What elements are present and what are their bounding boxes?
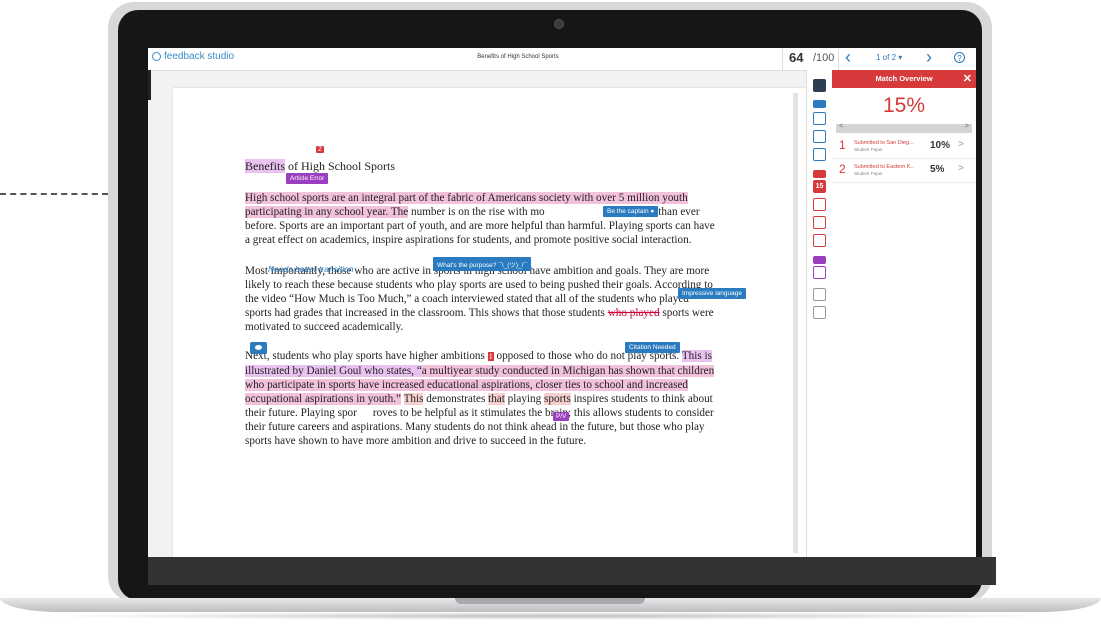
side-toolbar: 15: [806, 70, 834, 557]
paper-page-indicator[interactable]: 1 of 2 ▾: [876, 53, 902, 62]
grade-total: /100: [813, 52, 835, 64]
source-number: 2: [839, 162, 846, 176]
grammar-highlight[interactable]: sports: [544, 393, 571, 405]
match-marker[interactable]: 2: [316, 146, 324, 153]
document-body: High school sports are an integral part …: [245, 191, 715, 448]
document-title: Benefits of High School Sports: [477, 54, 559, 60]
dashed-connector-line: [0, 193, 108, 195]
be-the-captain-comment[interactable]: Be the captain ●: [603, 206, 659, 217]
rubric-icon[interactable]: [813, 148, 826, 161]
feedback-summary-icon[interactable]: [813, 112, 826, 125]
previous-paper-button[interactable]: ‹: [845, 48, 851, 68]
info-icon[interactable]: [813, 306, 826, 319]
next-paper-button[interactable]: ›: [926, 48, 932, 68]
document-heading: Benefits of High School Sports: [245, 159, 395, 174]
source-type: Student Paper: [854, 171, 883, 176]
paragraph-1: High school sports are an integral part …: [245, 191, 715, 247]
paragraph-2: Most importantly, those who are active i…: [245, 264, 715, 334]
match-count-badge[interactable]: 15: [813, 180, 826, 193]
speech-bubble-icon: ●: [650, 208, 655, 215]
impressive-language-comment[interactable]: Impressive language: [678, 288, 746, 299]
overall-similarity: 15%: [882, 94, 926, 117]
edit-icon[interactable]: [813, 130, 826, 143]
heading-highlight[interactable]: Benefits: [245, 159, 285, 173]
strikethrough-edit[interactable]: who played: [608, 307, 660, 319]
etools-tab-icon[interactable]: [813, 256, 826, 264]
grading-tab-icon[interactable]: [813, 100, 826, 108]
source-number: 1: [839, 138, 846, 152]
chevron-right-icon[interactable]: >: [958, 139, 964, 150]
pv-tag[interactable]: P/V: [553, 412, 570, 421]
article-error-tag[interactable]: Article Error: [286, 173, 329, 184]
pager-prev-icon[interactable]: <: [839, 123, 843, 130]
similarity-tab-icon[interactable]: [813, 170, 826, 178]
webcam-icon: [554, 19, 564, 29]
app-logo-text: feedback studio: [164, 51, 235, 62]
close-icon[interactable]: ✕: [963, 70, 972, 88]
flag-icon[interactable]: [813, 198, 826, 211]
source-name: Submitted to San Dieg...: [854, 140, 914, 146]
comment-bubble-icon[interactable]: [250, 342, 267, 354]
source-type: Student Paper: [854, 147, 883, 152]
citation-needed-comment[interactable]: Citation Needed: [625, 342, 680, 353]
heading-text: of High School Sports: [285, 159, 396, 173]
panel-title: Match Overview: [875, 74, 933, 83]
laptop-notch: [455, 598, 645, 604]
text-segment: number is on the rise with mo: [408, 206, 545, 218]
match-overview-panel: Match Overview ✕ 15% < > 1 Submitted to …: [832, 70, 976, 557]
text-segment: Next, students who play sports have high…: [245, 350, 488, 362]
transition-note[interactable]: Needs better transition: [268, 264, 354, 274]
source-name: Submitted to Eastern K...: [854, 164, 914, 170]
paragraph-3: Next, students who play sports have high…: [245, 349, 715, 448]
divider: [838, 48, 839, 70]
laptop-screen: feedback studio Benefits of High School …: [148, 48, 976, 557]
source-row[interactable]: 2 Submitted to Eastern K... Student Pape…: [832, 160, 976, 183]
chevron-right-icon[interactable]: >: [958, 163, 964, 174]
text-segment: playing: [504, 393, 545, 405]
grade-score[interactable]: 64: [789, 50, 803, 65]
exclude-icon[interactable]: [813, 234, 826, 247]
link-icon[interactable]: [813, 266, 826, 279]
feedback-studio-logo-icon: [152, 52, 161, 61]
grammar-highlight[interactable]: This: [403, 393, 424, 405]
help-icon[interactable]: ?: [954, 52, 965, 63]
text-segment: demonstrates: [423, 393, 489, 405]
source-percent: 5%: [930, 164, 945, 175]
layers-icon[interactable]: [813, 79, 826, 92]
document-scrollbar[interactable]: [793, 93, 798, 553]
filter-icon[interactable]: [813, 216, 826, 229]
laptop-shadow: [30, 612, 1070, 620]
panel-header: Match Overview ✕: [832, 70, 976, 88]
source-pager[interactable]: < >: [836, 123, 972, 133]
purpose-comment[interactable]: What's the purpose? ¯\_(ツ)_/¯: [433, 257, 532, 271]
grammar-highlight[interactable]: that: [488, 393, 505, 405]
divider: [782, 48, 783, 70]
comment-text: Be the captain: [607, 208, 649, 215]
top-bar: feedback studio Benefits of High School …: [148, 48, 976, 71]
left-edge-handle[interactable]: [148, 70, 151, 100]
download-icon[interactable]: [813, 288, 826, 301]
source-percent: 10%: [930, 140, 951, 151]
source-row[interactable]: 1 Submitted to San Dieg... Student Paper…: [832, 136, 976, 159]
app-logo[interactable]: feedback studio: [152, 51, 234, 62]
pager-next-icon[interactable]: >: [965, 123, 969, 130]
laptop-chin: [148, 557, 996, 585]
